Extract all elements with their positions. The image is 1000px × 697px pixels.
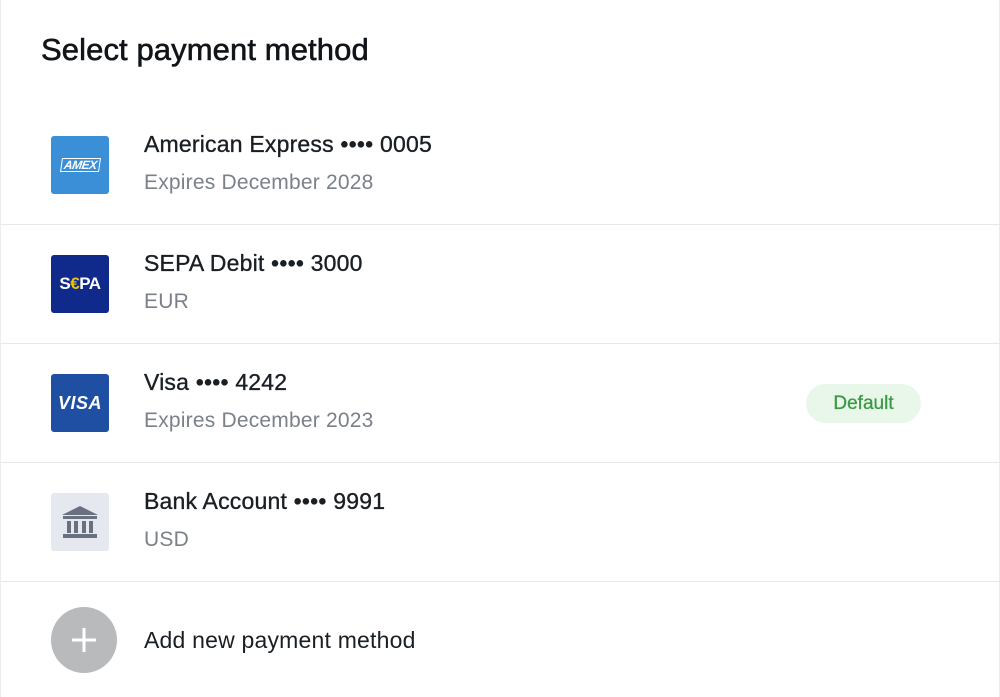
plus-icon [51, 607, 117, 673]
add-payment-method-button[interactable]: Add new payment method [1, 582, 1000, 697]
payment-method-row-bank[interactable]: Bank Account •••• 9991 USD [1, 463, 1000, 582]
default-badge: Default [806, 384, 921, 423]
plus-icon-graphic [72, 628, 96, 652]
payment-method-name: American Express •••• 0005 [144, 131, 432, 157]
bank-icon-graphic [62, 506, 98, 538]
visa-logo-icon: VISA [51, 374, 109, 432]
payment-method-row-visa[interactable]: VISA Visa •••• 4242 Expires December 202… [1, 344, 1000, 463]
sepa-logo-euro: € [70, 274, 80, 293]
payment-method-detail: Expires December 2028 [144, 171, 374, 194]
sepa-logo-s: S [59, 274, 71, 293]
payment-method-list: AMEX American Express •••• 0005 Expires … [1, 106, 1000, 697]
payment-method-detail: Expires December 2023 [144, 409, 374, 432]
sepa-logo-pa: PA [79, 274, 101, 293]
payment-method-row-sepa[interactable]: S€PA SEPA Debit •••• 3000 EUR [1, 225, 1000, 344]
sepa-logo-icon: S€PA [51, 255, 109, 313]
amex-logo-text: AMEX [59, 158, 101, 172]
bank-icon [51, 493, 109, 551]
amex-logo-icon: AMEX [51, 136, 109, 194]
sepa-logo-text: S€PA [59, 274, 101, 294]
payment-method-detail: USD [144, 528, 189, 551]
visa-logo-text: VISA [57, 392, 102, 413]
payment-method-panel: Select payment method AMEX American Expr… [0, 0, 1000, 697]
payment-method-detail: EUR [144, 290, 189, 313]
payment-method-name: SEPA Debit •••• 3000 [144, 250, 363, 276]
payment-method-name: Visa •••• 4242 [144, 369, 288, 395]
add-payment-method-label: Add new payment method [144, 627, 416, 653]
payment-method-name: Bank Account •••• 9991 [144, 488, 386, 514]
page-title: Select payment method [41, 32, 369, 68]
payment-method-row-amex[interactable]: AMEX American Express •••• 0005 Expires … [1, 106, 1000, 225]
